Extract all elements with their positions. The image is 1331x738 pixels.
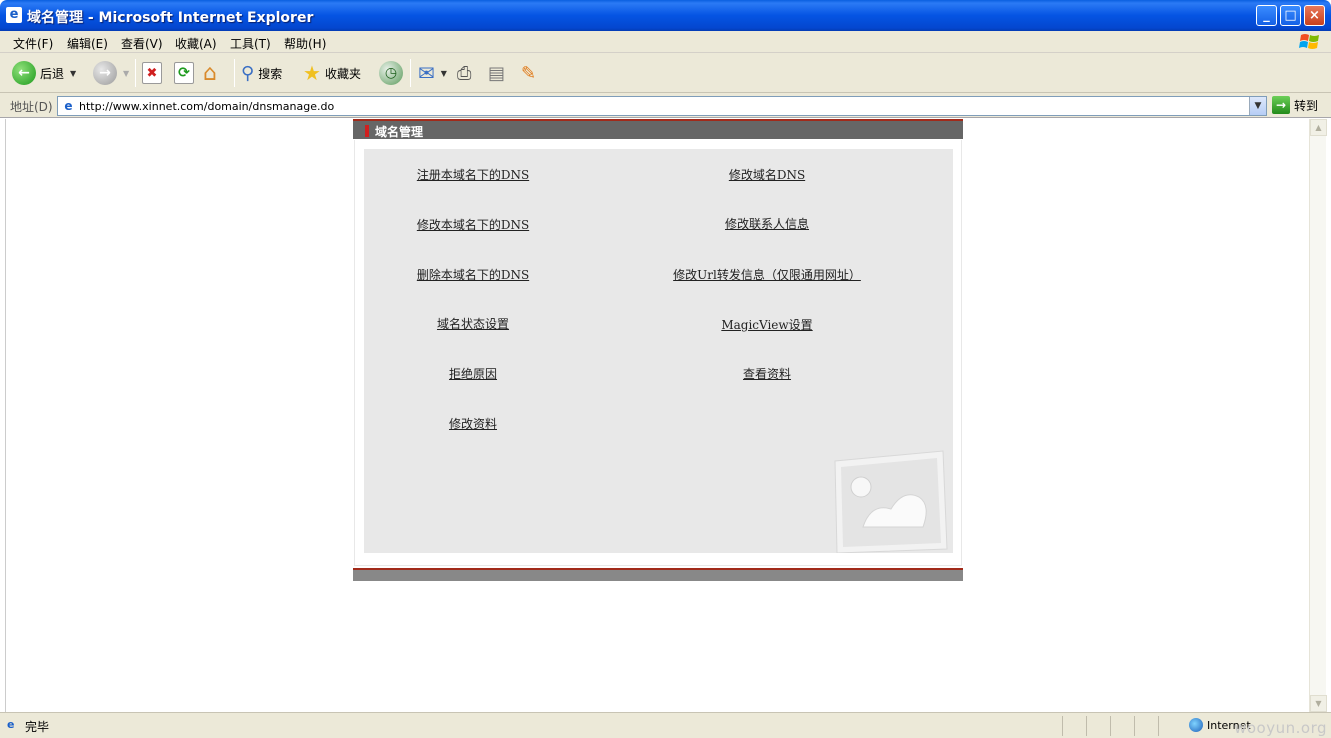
picture-placeholder-icon xyxy=(831,449,953,553)
register-dns-link[interactable]: 注册本域名下的DNS xyxy=(417,166,529,183)
modify-contact-link[interactable]: 修改联系人信息 xyxy=(725,215,809,232)
link-area: 注册本域名下的DNS 修改域名DNS 修改本域名下的DNS 修改联系人信息 删除… xyxy=(364,149,953,553)
refresh-icon: ⟳ xyxy=(174,62,194,84)
search-icon: ⚲ xyxy=(241,62,255,84)
menu-edit[interactable]: 编辑(E) xyxy=(67,35,108,52)
print-icon: ⎙ xyxy=(457,62,472,84)
panel-footer xyxy=(353,568,963,581)
close-button[interactable]: × xyxy=(1304,5,1325,26)
go-button[interactable]: → 转到 xyxy=(1272,96,1318,114)
toolbar-separator xyxy=(234,59,235,87)
menu-bar: 文件(F) 编辑(E) 查看(V) 收藏(A) 工具(T) 帮助(H) xyxy=(0,31,1331,53)
window-title: 域名管理 - Microsoft Internet Explorer xyxy=(27,10,314,26)
history-icon: ◷ xyxy=(379,61,403,85)
mail-dropdown-icon[interactable]: ▼ xyxy=(441,69,447,78)
delete-dns-link[interactable]: 删除本域名下的DNS xyxy=(417,266,529,283)
messenger-icon: ✎ xyxy=(521,62,537,84)
title-bar: e 域名管理 - Microsoft Internet Explorer _ □… xyxy=(0,0,1331,31)
stop-button[interactable]: ✖ xyxy=(142,60,162,86)
maximize-button[interactable]: □ xyxy=(1280,5,1301,26)
forward-dropdown-icon[interactable]: ▼ xyxy=(123,69,129,78)
status-cell xyxy=(1086,716,1110,736)
status-cell xyxy=(1158,716,1182,736)
back-dropdown-icon[interactable]: ▼ xyxy=(70,69,76,78)
toolbar-separator xyxy=(410,59,411,87)
mail-icon: ✉ xyxy=(418,61,435,85)
search-button[interactable]: ⚲ 搜索 xyxy=(241,60,282,86)
windows-logo-icon xyxy=(1299,34,1319,49)
panel-title: 域名管理 xyxy=(375,125,424,139)
domain-management-panel: 域名管理 注册本域名下的DNS 修改域名DNS 修改本域名下的DNS 修改联系人… xyxy=(353,119,963,581)
home-button[interactable]: ⌂ xyxy=(203,60,217,86)
page-icon: e xyxy=(64,99,73,113)
menu-help[interactable]: 帮助(H) xyxy=(284,35,326,52)
reject-reason-link[interactable]: 拒绝原因 xyxy=(449,365,497,382)
edit-icon: ▤ xyxy=(488,62,506,84)
magicview-settings-link[interactable]: MagicView设置 xyxy=(721,316,812,333)
home-icon: ⌂ xyxy=(203,60,217,86)
address-url[interactable]: http://www.xinnet.com/domain/dnsmanage.d… xyxy=(79,100,334,113)
menu-file[interactable]: 文件(F) xyxy=(13,35,53,52)
scroll-up-icon[interactable]: ▲ xyxy=(1310,119,1327,136)
favorites-label: 收藏夹 xyxy=(324,66,361,81)
vertical-scrollbar[interactable]: ▲ ▼ xyxy=(1309,119,1327,712)
back-button[interactable]: ← 后退 ▼ xyxy=(12,60,76,86)
status-cell xyxy=(1110,716,1134,736)
back-arrow-icon: ← xyxy=(12,61,36,85)
forward-button[interactable]: → ▼ xyxy=(93,60,129,86)
status-bar: e 完毕 Internet wooyun.org xyxy=(0,712,1331,738)
modify-url-forward-link[interactable]: 修改Url转发信息（仅限通用网址） xyxy=(673,266,861,283)
globe-icon xyxy=(1189,718,1203,732)
messenger-button[interactable]: ✎ xyxy=(521,60,536,86)
go-arrow-icon: → xyxy=(1272,96,1290,114)
address-field[interactable]: e http://www.xinnet.com/domain/dnsmanage… xyxy=(57,96,1267,116)
status-text: 完毕 xyxy=(25,720,50,734)
search-label: 搜索 xyxy=(258,66,283,81)
toolbar: ← 后退 ▼ → ▼ ✖ ⟳ ⌂ ⚲ 搜索 ★ 收藏夹 ◷ ✉ ▼ ⎙ ▤ ✎ xyxy=(0,53,1331,93)
watermark: wooyun.org xyxy=(1234,719,1327,737)
modify-dns-link[interactable]: 修改本域名下的DNS xyxy=(417,216,529,233)
address-dropdown-icon[interactable]: ▼ xyxy=(1249,97,1266,115)
scroll-down-icon[interactable]: ▼ xyxy=(1310,695,1327,712)
modify-info-link[interactable]: 修改资料 xyxy=(449,415,497,432)
address-bar: 地址(D) e http://www.xinnet.com/domain/dns… xyxy=(0,93,1331,118)
favorites-button[interactable]: ★ 收藏夹 xyxy=(303,60,361,86)
menu-favorites[interactable]: 收藏(A) xyxy=(175,35,217,52)
page-viewport: 域名管理 注册本域名下的DNS 修改域名DNS 修改本域名下的DNS 修改联系人… xyxy=(5,119,1327,712)
stop-icon: ✖ xyxy=(142,62,162,84)
modify-domain-dns-link[interactable]: 修改域名DNS xyxy=(729,166,805,183)
back-label: 后退 xyxy=(40,66,65,81)
domain-status-link[interactable]: 域名状态设置 xyxy=(437,315,509,332)
menu-view[interactable]: 查看(V) xyxy=(121,35,163,52)
print-button[interactable]: ⎙ xyxy=(457,60,471,86)
menu-tools[interactable]: 工具(T) xyxy=(230,35,271,52)
minimize-button[interactable]: _ xyxy=(1256,5,1277,26)
forward-arrow-icon: → xyxy=(93,61,117,85)
ie-icon: e xyxy=(6,7,22,23)
refresh-button[interactable]: ⟳ xyxy=(174,60,194,86)
view-info-link[interactable]: 查看资料 xyxy=(743,365,791,382)
star-icon: ★ xyxy=(303,61,321,85)
page-done-icon: e xyxy=(7,718,15,731)
go-label: 转到 xyxy=(1294,98,1319,113)
status-cell xyxy=(1134,716,1158,736)
status-cell xyxy=(1062,716,1086,736)
panel-header: 域名管理 xyxy=(353,119,963,139)
mail-button[interactable]: ✉ ▼ xyxy=(418,60,447,86)
header-marker xyxy=(365,125,369,137)
toolbar-separator xyxy=(135,59,136,87)
address-label: 地址(D) xyxy=(10,100,53,114)
panel-body: 注册本域名下的DNS 修改域名DNS 修改本域名下的DNS 修改联系人信息 删除… xyxy=(354,140,962,566)
history-button[interactable]: ◷ xyxy=(379,60,403,86)
edit-button[interactable]: ▤ xyxy=(488,60,505,86)
